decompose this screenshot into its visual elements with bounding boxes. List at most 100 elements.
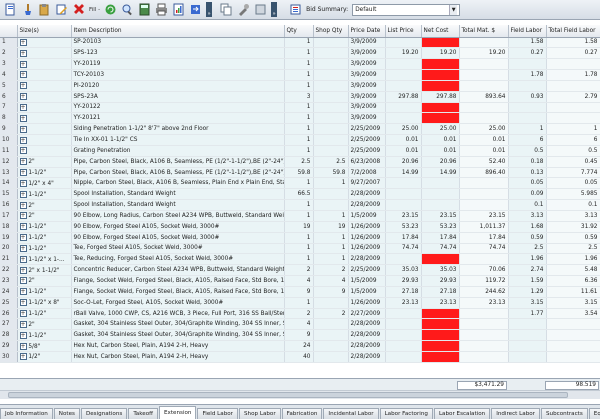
cell-mat[interactable]: 19.20: [459, 47, 509, 60]
tab-labor-factoring[interactable]: Labor Factoring: [379, 408, 433, 419]
cell-qty[interactable]: 1: [284, 253, 314, 266]
cell-mat[interactable]: [459, 329, 509, 342]
expand-plus-icon[interactable]: +: [19, 38, 27, 46]
cell-date[interactable]: 7/2/2008: [348, 167, 386, 179]
cell-mat[interactable]: [459, 199, 509, 211]
row-number[interactable]: 15: [0, 188, 18, 201]
cell-shop[interactable]: [313, 102, 349, 114]
cell-list[interactable]: [385, 80, 422, 92]
cell-fl[interactable]: 6: [508, 134, 547, 146]
table-row[interactable]: 16 + 2" Spool Installation, Standard Weigh…: [0, 199, 600, 211]
tab-indirect-labor[interactable]: Indirect Labor: [491, 408, 540, 419]
cell-mat[interactable]: [459, 318, 509, 331]
cell-fl[interactable]: 0.18: [508, 156, 547, 168]
table-row[interactable]: 20 + 1-1/2" Tee, Forged Steel A105, Socket…: [0, 243, 600, 255]
cell-size[interactable]: +: [17, 91, 72, 103]
expand-plus-icon[interactable]: +: [19, 201, 27, 209]
expand-plus-icon[interactable]: +: [19, 320, 27, 328]
cell-list[interactable]: 53.23: [385, 221, 422, 233]
edit-icon[interactable]: [54, 2, 69, 17]
expand-plus-icon[interactable]: +: [19, 82, 27, 90]
cell-date[interactable]: 2/28/2009: [348, 253, 386, 266]
cell-date[interactable]: 1/26/2009: [348, 232, 386, 244]
cell-desc[interactable]: Gasket, 304 Stainless Steel Outer, 304/G…: [71, 318, 285, 331]
cell-qty[interactable]: 1: [284, 102, 314, 114]
scrollbar-thumb[interactable]: [8, 392, 568, 398]
tools-icon[interactable]: [236, 2, 251, 17]
row-number[interactable]: 16: [0, 199, 18, 211]
cell-size[interactable]: + 1-1/2": [17, 286, 72, 298]
expand-plus-icon[interactable]: +: [19, 136, 27, 144]
cell-qty[interactable]: 59.8: [284, 167, 314, 179]
cell-mat[interactable]: [459, 308, 509, 320]
cell-fl[interactable]: 0.5: [508, 145, 547, 157]
copy-icon[interactable]: [219, 2, 234, 17]
cell-fl[interactable]: 1.59: [508, 275, 547, 287]
table-row[interactable]: 28 + 1-1/2" Gasket, 304 Stainless Steel Ou…: [0, 329, 600, 342]
cell-desc[interactable]: SPS-23A: [71, 91, 285, 103]
table-row[interactable]: 13 + 1-1/2" Pipe, Carbon Steel, Black, A10…: [0, 167, 600, 179]
table-row[interactable]: 18 + 1-1/2" 90 Elbow, Forged Steel A105, S…: [0, 221, 600, 233]
tab-extension[interactable]: Extension: [159, 406, 197, 419]
expand-plus-icon[interactable]: +: [19, 71, 27, 79]
cell-mat[interactable]: 17.84: [459, 232, 509, 244]
cell-net[interactable]: [421, 340, 460, 352]
cell-shop[interactable]: [313, 69, 349, 81]
refresh-icon[interactable]: [103, 2, 118, 17]
cell-list[interactable]: [385, 318, 422, 331]
cell-mat[interactable]: [459, 253, 509, 266]
table-row[interactable]: 15 + 1-1/2" Spool Installation, Standard W…: [0, 188, 600, 201]
cell-list[interactable]: 27.18: [385, 286, 422, 298]
cell-mat[interactable]: 119.72: [459, 275, 509, 287]
row-number[interactable]: 17: [0, 210, 18, 222]
cell-qty[interactable]: 1: [284, 177, 314, 190]
cell-date[interactable]: 1/26/2009: [348, 297, 386, 309]
cell-list[interactable]: 23.13: [385, 297, 422, 309]
cell-date[interactable]: 1/26/2009: [348, 243, 386, 255]
cell-fl[interactable]: 2.74: [508, 264, 547, 277]
expand-plus-icon[interactable]: +: [19, 266, 27, 274]
cell-qty[interactable]: 1: [284, 199, 314, 211]
cell-size[interactable]: + 1-1/2" x 8": [17, 297, 72, 309]
cell-net[interactable]: 29.93: [421, 275, 460, 287]
cell-date[interactable]: 2/27/2009: [348, 308, 386, 320]
cell-list[interactable]: 23.15: [385, 210, 422, 222]
cell-mat[interactable]: 23.13: [459, 297, 509, 309]
expand-plus-icon[interactable]: +: [19, 190, 27, 198]
row-number[interactable]: 24: [0, 286, 18, 298]
cell-mat[interactable]: 70.06: [459, 264, 509, 277]
cell-size[interactable]: +: [17, 145, 72, 157]
row-number[interactable]: 18: [0, 221, 18, 233]
cell-tfl[interactable]: [546, 340, 600, 352]
cell-desc[interactable]: YY-20121: [71, 112, 285, 125]
cell-date[interactable]: 3/9/2009: [348, 47, 386, 60]
cell-shop[interactable]: 1: [313, 253, 349, 266]
cell-net[interactable]: 35.03: [421, 264, 460, 277]
cell-desc[interactable]: 90 Elbow, Forged Steel A105, Socket Weld…: [71, 221, 285, 233]
cell-qty[interactable]: 1: [284, 243, 314, 255]
row-number[interactable]: 30: [0, 351, 18, 363]
cell-size[interactable]: +: [17, 102, 72, 114]
cell-desc[interactable]: YY-20119: [71, 58, 285, 71]
row-number[interactable]: 19: [0, 232, 18, 244]
cell-mat[interactable]: [459, 37, 509, 49]
table-row[interactable]: 4 + TCY-20103 1 3/9/2009 1.78 1.78: [0, 69, 600, 81]
tab-shop-labor[interactable]: Shop Labor: [238, 408, 281, 419]
cell-shop[interactable]: 2: [313, 308, 349, 320]
table-row[interactable]: 25 + 1-1/2" x 8" Soc-O-Let, Forged Steel, …: [0, 297, 600, 309]
cell-list[interactable]: 35.03: [385, 264, 422, 277]
cell-fl[interactable]: 0.59: [508, 232, 547, 244]
cell-date[interactable]: 3/9/2009: [348, 69, 386, 81]
row-number[interactable]: 10: [0, 134, 18, 146]
row-number[interactable]: 7: [0, 102, 18, 114]
cell-mat[interactable]: 74.74: [459, 243, 509, 255]
cell-fl[interactable]: 1.29: [508, 286, 547, 298]
tab-fabrication[interactable]: Fabrication: [281, 408, 323, 419]
cell-desc[interactable]: Hex Nut, Carbon Steel, Plain, A194 2-H, …: [71, 340, 285, 352]
row-number[interactable]: 29: [0, 340, 18, 352]
cell-list[interactable]: [385, 58, 422, 71]
cell-desc[interactable]: 90 Elbow, Forged Steel A105, Socket Weld…: [71, 232, 285, 244]
table-row[interactable]: 27 + 2" Gasket, 304 Stainless Steel Outer,…: [0, 318, 600, 331]
cell-desc[interactable]: 90 Elbow, Long Radius, Carbon Steel A234…: [71, 210, 285, 222]
cell-fl[interactable]: 1.77: [508, 308, 547, 320]
